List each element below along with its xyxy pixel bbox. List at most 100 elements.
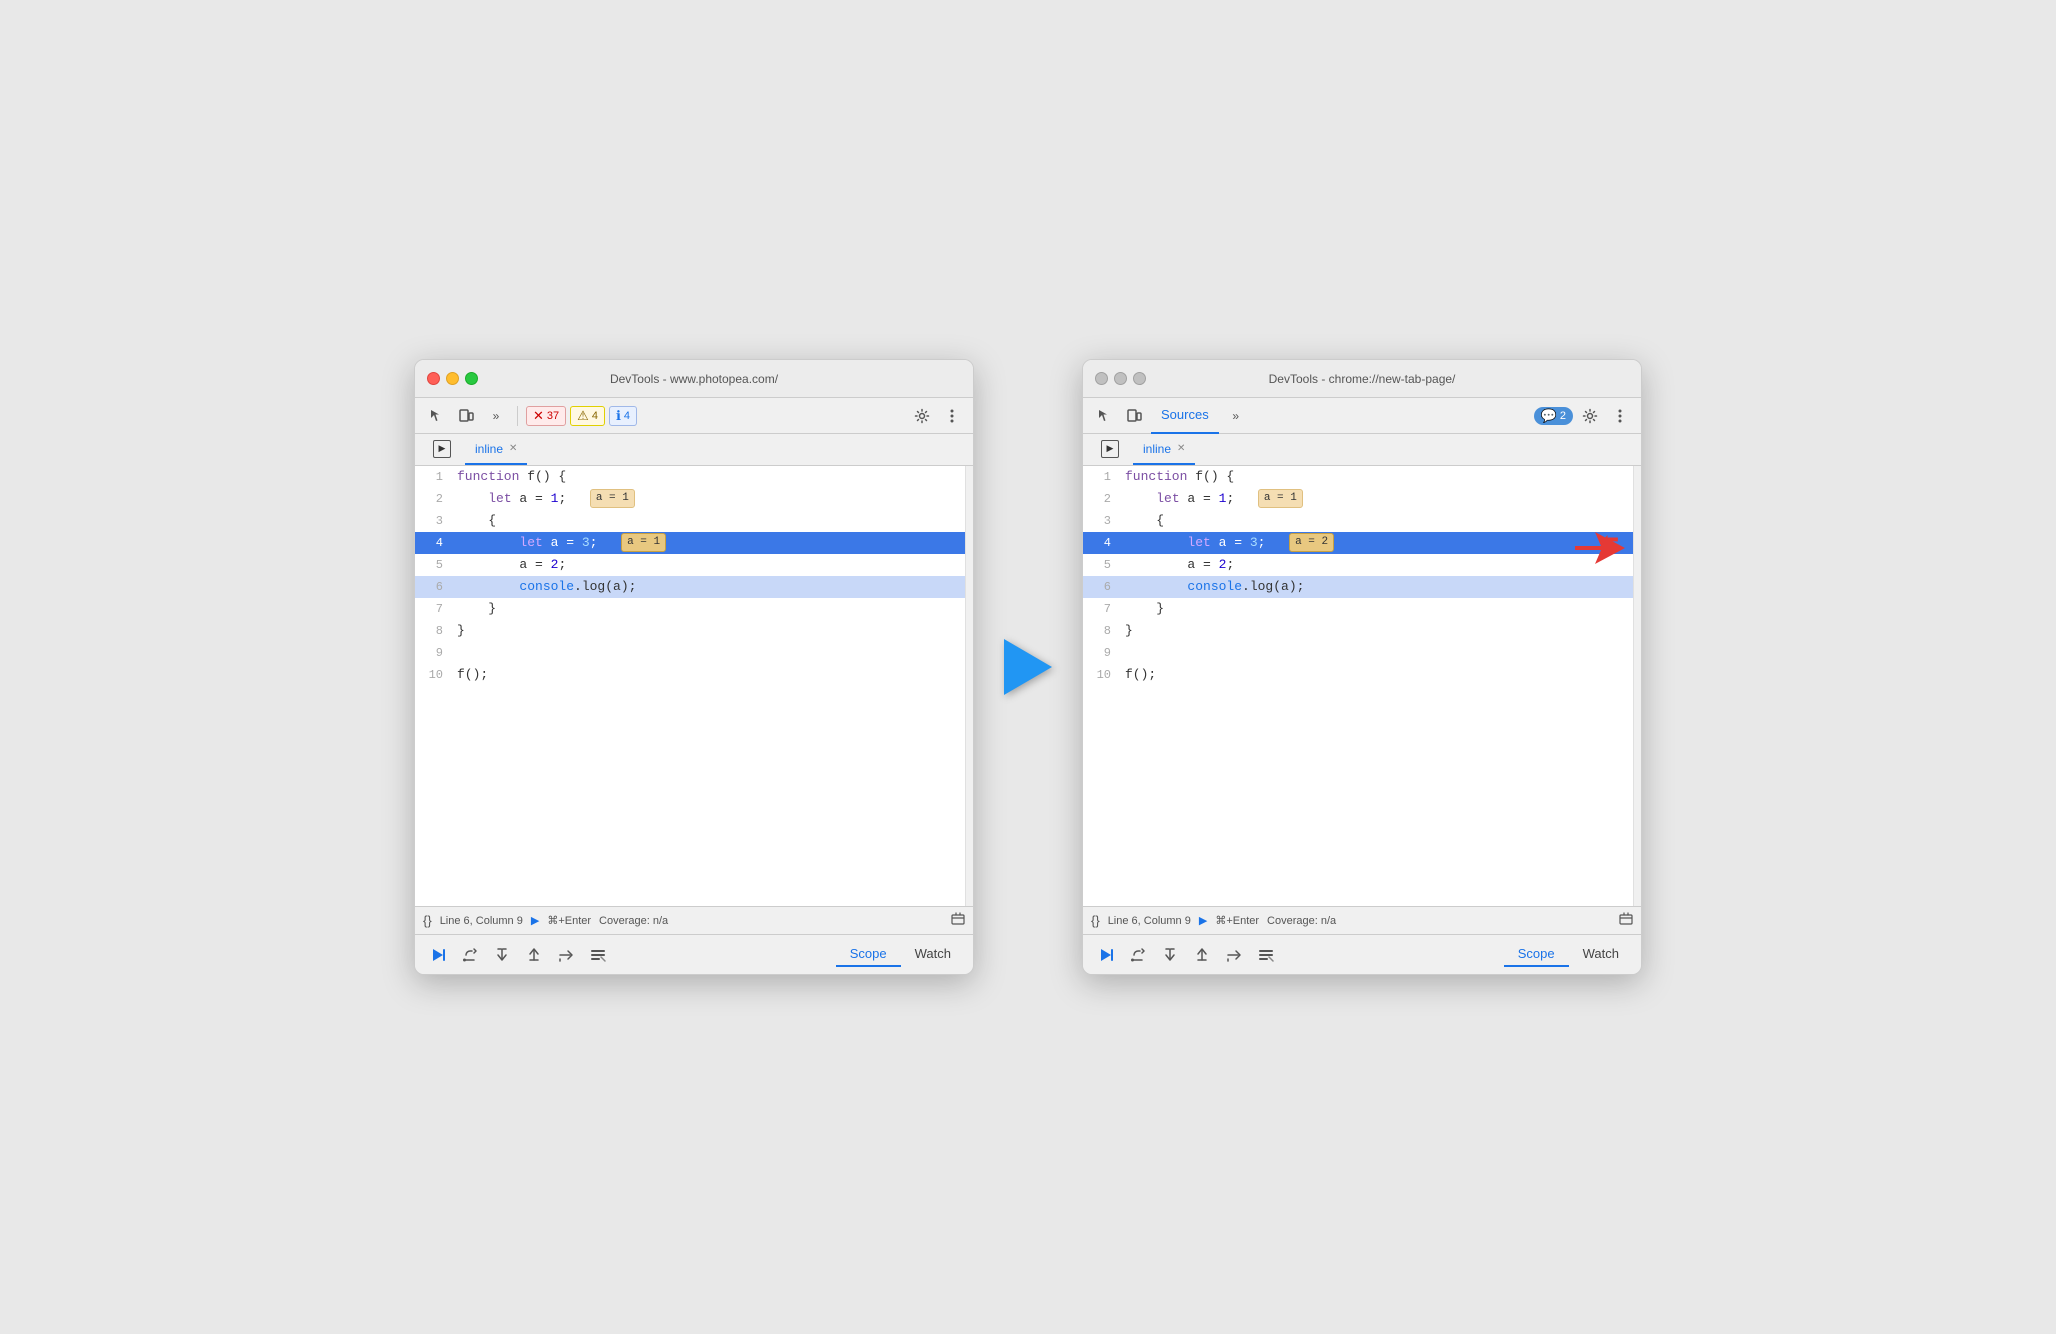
right-scope-tab[interactable]: Scope — [1504, 942, 1569, 967]
right-code-area: 1 function f() { 2 let a = 1; a = 1 3 { … — [1083, 466, 1633, 906]
left-line-9: 9 — [415, 642, 965, 664]
right-resume-icon[interactable] — [1091, 941, 1121, 969]
right-format-icon[interactable]: {} — [1091, 913, 1100, 928]
right-step-icon[interactable] — [1219, 941, 1249, 969]
right-close-button[interactable] — [1095, 372, 1108, 385]
left-step-out-icon[interactable] — [519, 941, 549, 969]
right-arrow-shape — [1004, 639, 1052, 695]
right-coverage: Coverage: n/a — [1267, 915, 1336, 927]
left-toolbar-sep — [517, 406, 518, 426]
left-deactivate-icon[interactable] — [583, 941, 613, 969]
left-close-button[interactable] — [427, 372, 440, 385]
right-window-title: DevTools - chrome://new-tab-page/ — [1269, 372, 1456, 386]
left-maximize-button[interactable] — [465, 372, 478, 385]
right-line-2: 2 let a = 1; a = 1 — [1083, 488, 1633, 510]
left-panel-icon: ▶ — [423, 434, 465, 465]
left-code-area: 1 function f() { 2 let a = 1; a = 1 3 { … — [415, 466, 965, 906]
left-more-icon[interactable]: » — [483, 403, 509, 429]
left-step-icon[interactable] — [551, 941, 581, 969]
right-toolbar: Sources » 💬 2 — [1083, 398, 1641, 434]
left-status-bar: {} Line 6, Column 9 ▶ ⌘+Enter Coverage: … — [415, 906, 973, 934]
right-toolbar-right: 💬 2 — [1534, 403, 1633, 429]
left-traffic-lights — [427, 372, 478, 385]
left-issues-badge[interactable]: ℹ 4 — [609, 406, 637, 426]
right-step-over-icon[interactable] — [1123, 941, 1153, 969]
right-traffic-lights — [1095, 372, 1146, 385]
right-more-icon[interactable]: » — [1223, 403, 1249, 429]
right-run-icon[interactable]: ▶ — [1199, 914, 1207, 927]
right-empty-space — [1083, 686, 1633, 906]
left-line-col: Line 6, Column 9 — [440, 915, 523, 927]
left-toolbar: » ✕ 37 ⚠ 4 ℹ 4 — [415, 398, 973, 434]
right-code-scrollbar-area: 1 function f() { 2 let a = 1; a = 1 3 { … — [1083, 466, 1641, 906]
left-scope-tab[interactable]: Scope — [836, 942, 901, 967]
left-more-options-icon[interactable] — [939, 403, 965, 429]
left-debug-toolbar: Scope Watch — [415, 934, 973, 974]
left-format-icon[interactable]: {} — [423, 913, 432, 928]
right-line-5: 5 a = 2; — [1083, 554, 1633, 576]
right-deactivate-icon[interactable] — [1251, 941, 1281, 969]
left-minimize-button[interactable] — [446, 372, 459, 385]
direction-arrow — [1004, 639, 1052, 695]
right-debug-toolbar: Scope Watch — [1083, 934, 1641, 974]
right-scrollbar[interactable] — [1633, 466, 1641, 906]
right-line-6: 6 console.log(a); — [1083, 576, 1633, 598]
left-scrollbar[interactable] — [965, 466, 973, 906]
right-status-bar: {} Line 6, Column 9 ▶ ⌘+Enter Coverage: … — [1083, 906, 1641, 934]
left-tab-close[interactable]: ✕ — [509, 443, 517, 454]
right-step-into-icon[interactable] — [1155, 941, 1185, 969]
left-watch-tab[interactable]: Watch — [901, 942, 965, 967]
left-line-8: 8 } — [415, 620, 965, 642]
left-debug-tabs: Scope Watch — [836, 942, 965, 967]
scene: DevTools - www.photopea.com/ » ✕ 37 — [374, 319, 1682, 1015]
left-status-right — [951, 912, 965, 929]
right-file-tab[interactable]: inline ✕ — [1133, 434, 1195, 465]
right-minimize-button[interactable] — [1114, 372, 1127, 385]
right-device-icon[interactable] — [1121, 403, 1147, 429]
left-line-2: 2 let a = 1; a = 1 — [415, 488, 965, 510]
left-warnings-badge[interactable]: ⚠ 4 — [570, 406, 605, 426]
left-resume-icon[interactable] — [423, 941, 453, 969]
right-status-right — [1619, 912, 1633, 929]
right-line-9: 9 — [1083, 642, 1633, 664]
right-step-out-icon[interactable] — [1187, 941, 1217, 969]
right-debug-tabs: Scope Watch — [1504, 942, 1633, 967]
right-line-7: 7 } — [1083, 598, 1633, 620]
right-line-10: 10 f(); — [1083, 664, 1633, 686]
right-settings-icon[interactable] — [1577, 403, 1603, 429]
left-inspect-icon[interactable] — [423, 403, 449, 429]
right-run-label: ⌘+Enter — [1215, 914, 1259, 927]
right-line-4: 4 let a = 3; a = 2 ⬅︎ — [1083, 532, 1633, 554]
left-device-icon[interactable] — [453, 403, 479, 429]
right-maximize-button[interactable] — [1133, 372, 1146, 385]
left-settings-icon[interactable] — [909, 403, 935, 429]
left-line-6: 6 console.log(a); — [415, 576, 965, 598]
left-tab-bar: ▶ inline ✕ — [415, 434, 973, 466]
right-line-col: Line 6, Column 9 — [1108, 915, 1191, 927]
left-step-into-icon[interactable] — [487, 941, 517, 969]
left-line-5: 5 a = 2; — [415, 554, 965, 576]
left-line-3: 3 { — [415, 510, 965, 532]
left-run-label: ⌘+Enter — [547, 914, 591, 927]
left-errors-badge[interactable]: ✕ 37 — [526, 406, 566, 426]
right-chat-badge[interactable]: 💬 2 — [1534, 407, 1573, 425]
left-title-bar: DevTools - www.photopea.com/ — [415, 360, 973, 398]
left-code-scrollbar-area: 1 function f() { 2 let a = 1; a = 1 3 { … — [415, 466, 973, 906]
left-file-tab[interactable]: inline ✕ — [465, 434, 527, 465]
left-run-icon[interactable]: ▶ — [531, 914, 539, 927]
left-line-4: 4 let a = 3; a = 1 — [415, 532, 965, 554]
right-title-bar: DevTools - chrome://new-tab-page/ — [1083, 360, 1641, 398]
left-step-over-icon[interactable] — [455, 941, 485, 969]
right-watch-tab[interactable]: Watch — [1569, 942, 1633, 967]
right-more-options-icon[interactable] — [1607, 403, 1633, 429]
right-sources-tab[interactable]: Sources — [1151, 398, 1219, 434]
right-tab-bar: ▶ inline ✕ — [1083, 434, 1641, 466]
left-line-10: 10 f(); — [415, 664, 965, 686]
red-arrow-svg — [1575, 530, 1625, 574]
right-inspect-icon[interactable] — [1091, 403, 1117, 429]
left-toolbar-right — [909, 403, 965, 429]
left-line-7: 7 } — [415, 598, 965, 620]
right-devtools-window: DevTools - chrome://new-tab-page/ Source… — [1082, 359, 1642, 975]
right-line-3: 3 { — [1083, 510, 1633, 532]
right-tab-close[interactable]: ✕ — [1177, 443, 1185, 454]
